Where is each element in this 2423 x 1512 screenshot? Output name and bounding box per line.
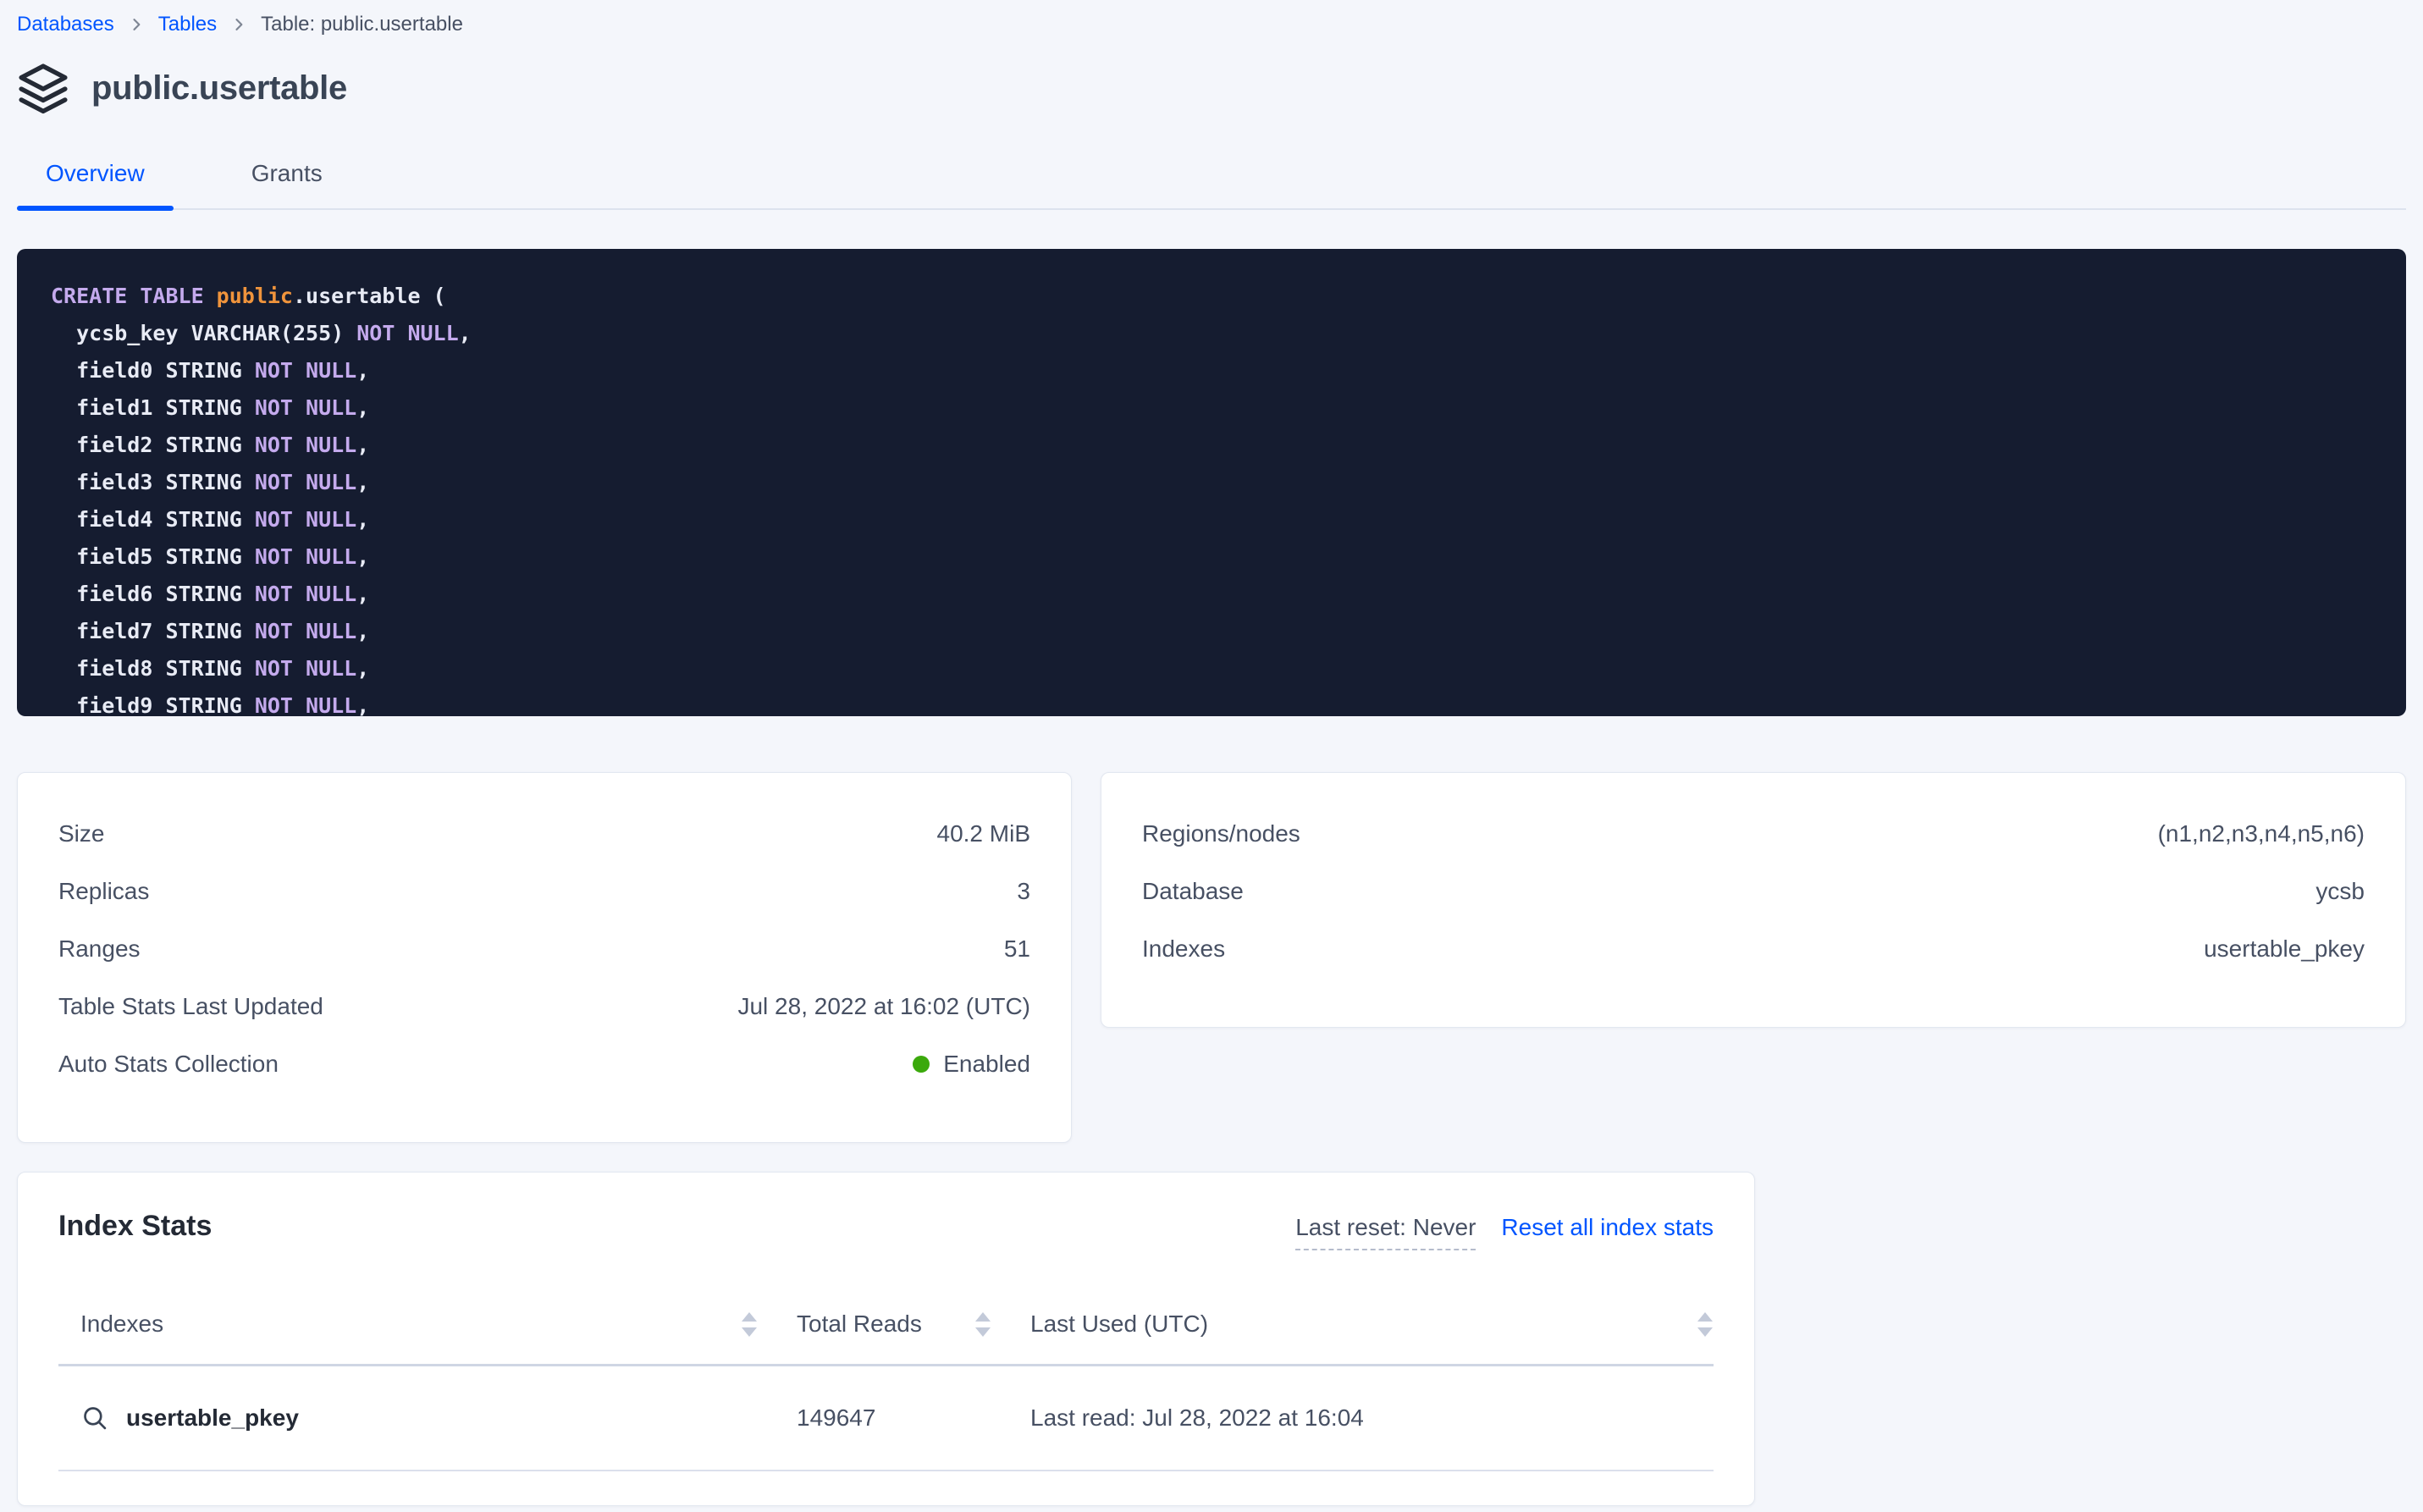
- index-stats-actions: Last reset: Never Reset all index stats: [1295, 1213, 1714, 1250]
- stat-value: (n1,n2,n3,n4,n5,n6): [2158, 820, 2365, 847]
- chevron-right-icon: [230, 16, 247, 33]
- table-details-page: Databases Tables Table: public.usertable p…: [0, 0, 2423, 1506]
- sql-line: field5 STRING NOT NULL,: [51, 538, 2372, 576]
- stat-value-text: usertable_pkey: [2204, 935, 2365, 963]
- table-details-card: Regions/nodes (n1,n2,n3,n4,n5,n6) Database…: [1101, 772, 2406, 1028]
- table-overview-card: Size 40.2 MiB Replicas 3 Ranges 51 Table Stats…: [17, 772, 1072, 1143]
- sql-line: field8 STRING NOT NULL,: [51, 650, 2372, 687]
- stat-value: Jul 28, 2022 at 16:02 (UTC): [737, 993, 1030, 1020]
- breadcrumb-item-table-public-usertable: Table: public.usertable: [261, 12, 463, 37]
- breadcrumb: Databases Tables Table: public.usertable: [17, 12, 2406, 37]
- stat-label: Replicas: [58, 878, 149, 905]
- sql-line: field0 STRING NOT NULL,: [51, 352, 2372, 389]
- stat-value-text: 51: [1004, 935, 1030, 963]
- stat-row-auto-stats-collection: Auto Stats Collection Enabled: [58, 1035, 1030, 1093]
- column-header-label: Indexes: [80, 1310, 163, 1338]
- sql-line: field6 STRING NOT NULL,: [51, 576, 2372, 613]
- index-name-link[interactable]: usertable_pkey: [58, 1404, 797, 1432]
- sql-line: CREATE TABLE public.usertable (: [51, 278, 2372, 315]
- stat-value-text: 3: [1017, 878, 1030, 905]
- sql-line: field4 STRING NOT NULL,: [51, 501, 2372, 538]
- stat-value-text: (n1,n2,n3,n4,n5,n6): [2158, 820, 2365, 847]
- column-header-label: Last Used (UTC): [1030, 1310, 1208, 1338]
- stat-row-regions-nodes: Regions/nodes (n1,n2,n3,n4,n5,n6): [1142, 805, 2365, 863]
- sql-line: field9 STRING NOT NULL,: [51, 687, 2372, 716]
- sql-line: field7 STRING NOT NULL,: [51, 613, 2372, 650]
- page-title: public.usertable: [91, 69, 347, 108]
- index-name-text: usertable_pkey: [126, 1404, 299, 1432]
- stat-label: Size: [58, 820, 104, 847]
- stat-row-database: Database ycsb: [1142, 863, 2365, 920]
- sort-icon[interactable]: [1697, 1312, 1714, 1337]
- stat-label: Indexes: [1142, 935, 1225, 963]
- stat-value-text: 40.2 MiB: [937, 820, 1031, 847]
- sort-icon[interactable]: [974, 1312, 991, 1337]
- sql-line: ycsb_key VARCHAR(255) NOT NULL,: [51, 315, 2372, 352]
- index-stats-header: Index Stats Last reset: Never Reset all …: [58, 1210, 1714, 1250]
- stats-cards-row: Size 40.2 MiB Replicas 3 Ranges 51 Table Stats…: [17, 772, 2406, 1143]
- stat-row-ranges: Ranges 51: [58, 920, 1030, 978]
- stat-value-text: Jul 28, 2022 at 16:02 (UTC): [737, 993, 1030, 1020]
- status-dot-green: [913, 1056, 930, 1073]
- last-used-value: Last read: Jul 28, 2022 at 16:04: [1030, 1404, 1714, 1432]
- column-header-total-reads[interactable]: Total Reads: [797, 1310, 1030, 1338]
- sql-line: field1 STRING NOT NULL,: [51, 389, 2372, 427]
- sql-line: field2 STRING NOT NULL,: [51, 427, 2372, 464]
- index-stats-table-header: Indexes Total Reads Last Used (UTC): [58, 1310, 1714, 1366]
- stat-row-indexes: Indexes usertable_pkey: [1142, 920, 2365, 978]
- stat-value: usertable_pkey: [2204, 935, 2365, 963]
- index-stats-card: Index Stats Last reset: Never Reset all …: [17, 1172, 1755, 1506]
- stat-row-replicas: Replicas 3: [58, 863, 1030, 920]
- tab-bar: Overview Grants: [17, 159, 2406, 210]
- last-reset-label: Last reset: Never: [1295, 1213, 1476, 1250]
- sort-icon[interactable]: [741, 1312, 758, 1337]
- create-statement-block: CREATE TABLE public.usertable ( ycsb_key…: [17, 249, 2406, 716]
- search-icon: [80, 1404, 109, 1432]
- stat-value-text: Enabled: [943, 1051, 1030, 1078]
- stat-label: Auto Stats Collection: [58, 1051, 279, 1078]
- stat-row-size: Size 40.2 MiB: [58, 805, 1030, 863]
- breadcrumb-item-tables[interactable]: Tables: [158, 12, 217, 37]
- stat-value-text: ycsb: [2315, 878, 2365, 905]
- breadcrumb-item-databases[interactable]: Databases: [17, 12, 114, 37]
- stat-row-table-stats-last-updated: Table Stats Last Updated Jul 28, 2022 at …: [58, 978, 1030, 1035]
- stat-value: 40.2 MiB: [937, 820, 1031, 847]
- stat-value: 3: [1017, 878, 1030, 905]
- stat-value: 51: [1004, 935, 1030, 963]
- index-stats-table-body: usertable_pkey 149647Last read: Jul 28, 2…: [58, 1366, 1714, 1471]
- column-header-label: Total Reads: [797, 1310, 922, 1338]
- reset-all-index-stats-link[interactable]: Reset all index stats: [1501, 1213, 1714, 1242]
- column-header-last-used-utc[interactable]: Last Used (UTC): [1030, 1310, 1714, 1338]
- index-stats-row: usertable_pkey 149647Last read: Jul 28, 2…: [58, 1366, 1714, 1471]
- stat-label: Table Stats Last Updated: [58, 993, 323, 1020]
- sql-line: field3 STRING NOT NULL,: [51, 464, 2372, 501]
- stat-value: ycsb: [2315, 878, 2365, 905]
- stat-label: Regions/nodes: [1142, 820, 1300, 847]
- stat-label: Ranges: [58, 935, 141, 963]
- index-stats-title: Index Stats: [58, 1210, 212, 1243]
- stat-value: Enabled: [913, 1051, 1030, 1078]
- stat-label: Database: [1142, 878, 1244, 905]
- total-reads-value: 149647: [797, 1404, 1030, 1432]
- page-header: public.usertable: [17, 61, 2406, 115]
- chevron-right-icon: [128, 16, 145, 33]
- layers-stack-icon: [17, 62, 69, 114]
- tab-grants[interactable]: Grants: [223, 159, 351, 208]
- tab-overview[interactable]: Overview: [17, 159, 174, 208]
- column-header-indexes[interactable]: Indexes: [58, 1310, 797, 1338]
